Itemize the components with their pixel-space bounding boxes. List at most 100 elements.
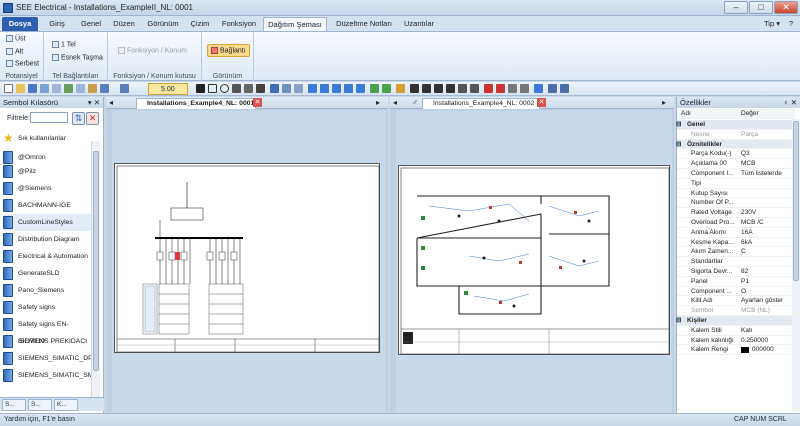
- align-right-icon[interactable]: [332, 84, 341, 93]
- library-item[interactable]: Distribution Diagram: [3, 231, 93, 248]
- ungroup-icon[interactable]: [382, 84, 391, 93]
- tab-genel[interactable]: Genel: [75, 17, 107, 31]
- library-item-favorites[interactable]: ★ Sık kullanılanlar: [3, 130, 93, 147]
- library-item-selected[interactable]: CustomLineStyles: [3, 214, 93, 231]
- serbest-button[interactable]: Serbest: [6, 60, 39, 67]
- library-item[interactable]: Safety signs: [3, 299, 93, 316]
- property-row[interactable]: Component I... Tüm listelerde: [677, 169, 795, 179]
- help-icon[interactable]: ?: [786, 17, 796, 31]
- baglanti-toggle[interactable]: Bağlantı: [207, 44, 250, 58]
- property-row[interactable]: Kilit Adı Ayarları göster: [677, 296, 795, 307]
- close-document-icon[interactable]: ✕: [253, 98, 262, 107]
- close-button[interactable]: ✕: [774, 1, 798, 14]
- wire-draw-icon[interactable]: [410, 84, 419, 93]
- tab-dagitim-semasi[interactable]: Dağıtım Şeması: [263, 17, 327, 31]
- maximize-button[interactable]: □: [749, 1, 773, 14]
- property-row[interactable]: Standartlar: [677, 257, 795, 267]
- property-value[interactable]: MCB: [741, 159, 755, 169]
- filter-apply-icon[interactable]: ⇅: [72, 112, 85, 125]
- library-scrollbar[interactable]: [91, 141, 100, 397]
- grid-icon[interactable]: [560, 84, 569, 93]
- measure-icon[interactable]: [534, 84, 543, 93]
- tab-uzantilar[interactable]: Uzantılar: [398, 17, 440, 31]
- library-item[interactable]: SIEMENS PREKIDACI: [3, 333, 93, 350]
- library-item[interactable]: GenerateSLD: [3, 265, 93, 282]
- property-section[interactable]: Kişiler ⊟: [676, 316, 795, 326]
- properties-scrollbar[interactable]: [792, 119, 800, 411]
- drawing-canvas-0002[interactable]: [396, 111, 672, 413]
- tab-left-arrow-icon[interactable]: ◂: [109, 98, 113, 107]
- property-value[interactable]: 82: [741, 267, 748, 277]
- property-value[interactable]: P1: [741, 277, 749, 287]
- property-row[interactable]: Tipi: [677, 179, 795, 189]
- library-item[interactable]: @Siemens: [3, 180, 93, 197]
- tab-dosya[interactable]: Dosya: [2, 17, 38, 31]
- layers-icon[interactable]: [548, 84, 557, 93]
- rectangle-icon[interactable]: [208, 84, 217, 93]
- property-row[interactable]: Sigorta Devr... 82: [677, 267, 795, 277]
- hatch-icon[interactable]: [294, 84, 303, 93]
- ust-button[interactable]: Üst: [6, 35, 26, 42]
- minimize-button[interactable]: –: [724, 1, 748, 14]
- property-row[interactable]: Panel P1: [677, 277, 795, 287]
- library-item[interactable]: BACHMANN-IGE: [3, 197, 93, 214]
- library-item[interactable]: Pano_Siemens: [3, 282, 93, 299]
- property-value[interactable]: 230V: [741, 208, 756, 218]
- arc-icon[interactable]: [232, 84, 241, 93]
- tab-left-arrow-icon[interactable]: ◂: [393, 98, 397, 107]
- align-left-icon[interactable]: [308, 84, 317, 93]
- property-row[interactable]: Nesne Parça: [677, 130, 795, 140]
- tab-duzen[interactable]: Düzen: [108, 17, 140, 31]
- alt-button[interactable]: Alt: [6, 48, 23, 55]
- undo-icon[interactable]: [100, 84, 109, 93]
- property-row[interactable]: Kalem Stili Katı: [677, 326, 795, 336]
- new-icon[interactable]: [4, 84, 13, 93]
- panel-tab-second[interactable]: S...: [28, 399, 52, 411]
- property-value[interactable]: 16A: [741, 228, 753, 238]
- collapse-icon[interactable]: ⊟: [676, 316, 681, 326]
- property-row[interactable]: Kalem Rengi 000000: [677, 345, 795, 356]
- library-item[interactable]: @Pilz: [3, 163, 93, 180]
- property-row[interactable]: Kalem kalınlığı 0.250000: [677, 336, 795, 346]
- tab-right-arrow-icon[interactable]: ▸: [662, 98, 666, 107]
- property-row[interactable]: Parça Kodu(-) Q3: [677, 149, 795, 160]
- save-icon[interactable]: [28, 84, 37, 93]
- property-value[interactable]: Ayarları göster: [741, 296, 783, 306]
- bus-icon[interactable]: [446, 84, 455, 93]
- property-value[interactable]: MCB /C: [741, 218, 764, 228]
- property-row[interactable]: Kutup Sayısı: [677, 189, 795, 199]
- property-row[interactable]: Component ... O: [677, 287, 795, 297]
- property-value[interactable]: 000000: [752, 345, 774, 355]
- group-icon[interactable]: [370, 84, 379, 93]
- tip-dropdown[interactable]: Tip ▾: [760, 17, 784, 31]
- library-item[interactable]: Safety signs EN-ISO7010: [3, 316, 93, 345]
- panel-pin-icon[interactable]: ▾ ✕: [88, 97, 100, 108]
- property-row[interactable]: Kesme Kapa... 6kA: [677, 238, 795, 248]
- line-icon[interactable]: [196, 84, 205, 93]
- filter-clear-icon[interactable]: ✕: [86, 112, 99, 125]
- zoom-select[interactable]: 5.00: [148, 83, 188, 95]
- property-row[interactable]: Açıklama 00 MCB: [677, 159, 795, 169]
- property-value[interactable]: 6kA: [741, 238, 752, 248]
- library-item[interactable]: SIEMENS_SIMATIC_SM: [3, 367, 93, 384]
- break-icon[interactable]: [508, 84, 517, 93]
- tab-fonksiyon[interactable]: Fonksiyon: [218, 17, 260, 31]
- delete-icon[interactable]: [496, 84, 505, 93]
- junction-icon[interactable]: [470, 84, 479, 93]
- collapse-icon[interactable]: ⊟: [676, 120, 681, 130]
- property-value[interactable]: C: [741, 247, 746, 257]
- symbol-icon[interactable]: [396, 84, 405, 93]
- scrollbar-thumb[interactable]: [93, 151, 99, 371]
- property-row[interactable]: Anma Akımı 16A: [677, 228, 795, 238]
- library-item[interactable]: SIEMENS_SIMATIC_DP: [3, 350, 93, 367]
- document-tab-0002[interactable]: Installations_Example4_NL: 0002: [422, 98, 540, 109]
- property-value[interactable]: 0.250000: [741, 336, 768, 346]
- paste-icon[interactable]: [88, 84, 97, 93]
- drawing-canvas-0001[interactable]: [112, 111, 386, 413]
- collapse-icon[interactable]: ⊟: [676, 140, 681, 150]
- cut-icon[interactable]: [64, 84, 73, 93]
- filter-input[interactable]: [30, 112, 68, 123]
- property-value[interactable]: Parça: [741, 130, 758, 140]
- tab-duzeltme-notlari[interactable]: Düzeltme Notları: [332, 17, 396, 31]
- tab-gorunum[interactable]: Görünüm: [143, 17, 183, 31]
